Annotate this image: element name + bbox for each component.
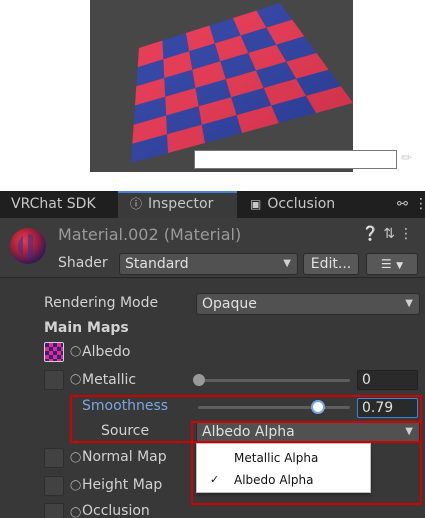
albedo-color-field[interactable] — [194, 150, 397, 169]
eyedropper-icon[interactable]: ✏ — [401, 151, 412, 166]
albedo-label: Albedo — [82, 344, 131, 360]
plane-shading — [131, 3, 353, 163]
shader-label: Shader — [58, 255, 108, 271]
tab-bar: VRChat SDK ⓘ Inspector ▣ Occlusion ⚯ ⋮ — [0, 191, 425, 218]
tab-vrchat-sdk-label: VRChat SDK — [11, 196, 96, 212]
metallic-label: Metallic — [82, 372, 137, 388]
tab-inspector-label: Inspector — [148, 196, 214, 212]
popup-option-metallic-alpha[interactable]: Metallic Alpha — [197, 447, 370, 469]
texture-picker-icon[interactable]: ◯ — [70, 374, 81, 385]
checker-plane — [131, 3, 353, 163]
material-header: Material.002 (Material) ❔⇅⋮ Shader Stand… — [0, 218, 425, 278]
chevron-down-icon: ▼ — [396, 261, 404, 271]
albedo-texture-slot[interactable] — [44, 342, 64, 362]
shader-options-button[interactable]: ☰ ▼ — [366, 253, 418, 275]
occlusion-icon: ▣ — [250, 197, 262, 211]
texture-picker-icon[interactable]: ◯ — [70, 480, 81, 491]
occlusion-label: Occlusion — [82, 503, 150, 518]
metallic-texture-slot[interactable] — [44, 370, 64, 390]
edit-shader-button[interactable]: Edit... — [303, 253, 359, 275]
tab-vrchat-sdk[interactable]: VRChat SDK — [11, 191, 96, 218]
texture-picker-icon[interactable]: ◯ — [70, 346, 81, 357]
tab-inspector[interactable]: ⓘ Inspector — [118, 191, 237, 218]
header-icons: ❔⇅⋮ — [362, 226, 417, 242]
texture-picker-icon[interactable]: ◯ — [70, 452, 81, 463]
chevron-down-icon: ▼ — [283, 258, 291, 269]
popup-option-albedo-alpha[interactable]: ✓ Albedo Alpha — [197, 469, 370, 491]
source-options-popup: Metallic Alpha ✓ Albedo Alpha — [196, 443, 371, 493]
material-preview — [90, 0, 353, 172]
chevron-down-icon: ▼ — [405, 298, 413, 309]
lock-icon[interactable]: ⚯ — [397, 191, 408, 218]
screenshot-root: VRChat SDK ⓘ Inspector ▣ Occlusion ⚯ ⋮ Mat… — [0, 0, 425, 518]
more-icon[interactable]: ⋮ — [399, 226, 417, 242]
tab-menu-icon[interactable]: ⋮ — [414, 191, 425, 218]
shader-value: Standard — [125, 256, 189, 272]
help-icon[interactable]: ❔ — [362, 226, 383, 242]
metallic-slider-track[interactable] — [198, 379, 350, 382]
tab-occlusion-label: Occlusion — [267, 196, 336, 212]
occlusion-texture-slot[interactable] — [44, 503, 64, 518]
info-icon: ⓘ — [130, 197, 143, 211]
rendering-mode-label: Rendering Mode — [44, 295, 159, 311]
shader-dropdown[interactable]: Standard ▼ — [119, 253, 298, 275]
texture-picker-icon[interactable]: ◯ — [70, 507, 81, 518]
main-maps-heading: Main Maps — [44, 320, 129, 336]
height-map-label: Height Map — [82, 477, 163, 493]
metallic-slider-handle[interactable] — [193, 374, 205, 386]
rendering-mode-value: Opaque — [202, 296, 257, 312]
height-map-texture-slot[interactable] — [44, 476, 64, 496]
metallic-value-field[interactable]: 0 — [357, 370, 418, 390]
rendering-mode-dropdown[interactable]: Opaque ▼ — [196, 293, 420, 315]
option-label: Albedo Alpha — [234, 473, 314, 487]
normal-map-texture-slot[interactable] — [44, 448, 64, 468]
list-icon: ☰ — [380, 257, 392, 271]
tab-occlusion[interactable]: ▣ Occlusion — [250, 191, 335, 218]
checkmark-icon: ✓ — [210, 473, 220, 486]
material-title: Material.002 (Material) — [58, 225, 242, 244]
normal-map-label: Normal Map — [82, 449, 167, 465]
option-label: Metallic Alpha — [234, 451, 319, 465]
preset-icon[interactable]: ⇅ — [383, 226, 399, 242]
material-sphere-icon — [10, 228, 46, 264]
